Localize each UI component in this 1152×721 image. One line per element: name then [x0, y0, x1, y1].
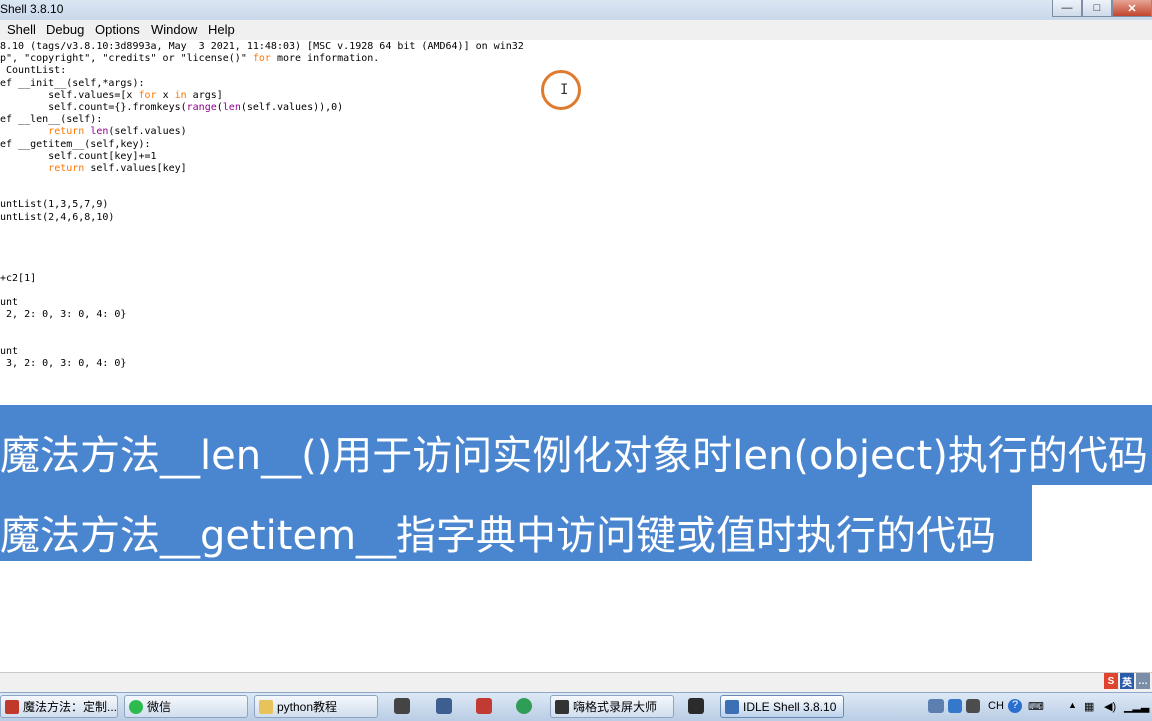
shell-line: [0, 175, 524, 187]
menu-help[interactable]: Help: [208, 22, 235, 37]
menu-bar: Shell Debug Options Window Help: [0, 20, 1152, 41]
keyboard-icon[interactable]: ⌨: [1028, 700, 1044, 713]
shell-line: +c2[1]: [0, 272, 37, 284]
taskbar-button-idle[interactable]: IDLE Shell 3.8.10: [720, 695, 844, 718]
text-cursor-icon: I: [560, 82, 569, 98]
signal-icon[interactable]: ▁▂▃: [1124, 700, 1149, 713]
sogou-icon: S: [1104, 673, 1118, 689]
shell-line: return self.values[key]: [48, 162, 187, 174]
status-bar: [0, 672, 1152, 693]
calculator-icon[interactable]: [436, 698, 452, 714]
monitor-icon[interactable]: [928, 699, 944, 713]
menu-debug[interactable]: Debug: [46, 22, 84, 37]
shell-line: unt: [0, 345, 19, 357]
close-button[interactable]: ✕: [1112, 0, 1152, 17]
shell-line: unt: [0, 296, 19, 308]
shell-output: 8.10 (tags/v3.8.10:3d8993a, May 3 2021, …: [0, 41, 524, 370]
window-controls: — □ ✕: [1052, 0, 1152, 18]
shell-line: untList(2,4,6,8,10): [0, 211, 115, 223]
taskbar-button-folder[interactable]: python教程: [254, 695, 378, 718]
shell-line: ef __len__(self):: [0, 114, 103, 126]
shell-line: [0, 236, 524, 248]
taskbar-label: 魔法方法：定制...: [23, 700, 118, 714]
taskbar: 魔法方法：定制... 微信 python教程 嗨格式录屏大师 IDLE Shel…: [0, 692, 1152, 721]
minimize-button[interactable]: —: [1052, 0, 1082, 17]
menu-options[interactable]: Options: [95, 22, 140, 37]
menu-shell[interactable]: Shell: [7, 22, 36, 37]
shell-line: 2, 2: 0, 3: 0, 4: 0}: [0, 309, 127, 321]
shell-line: CountList:: [0, 65, 67, 77]
caption-banner-2: 魔法方法__getitem__指字典中访问键或值时执行的代码: [0, 485, 1032, 561]
taskbar-label: python教程: [277, 700, 338, 714]
menu-window[interactable]: Window: [151, 22, 197, 37]
wechat-icon: [129, 699, 143, 714]
network-icon[interactable]: ▦: [1084, 700, 1094, 713]
app-red-icon[interactable]: [476, 698, 492, 714]
shell-line: 3, 2: 0, 3: 0, 4: 0}: [0, 357, 127, 369]
caption-text-1: 魔法方法__len__()用于访问实例化对象时len(object)执行的代码: [0, 433, 1148, 479]
shell-line: p", "copyright", "credits" or "license()…: [0, 53, 380, 65]
shell-line: [0, 224, 524, 236]
shell-line: ef __init__(self,*args):: [0, 77, 145, 89]
show-hidden-icons[interactable]: ▲: [1068, 700, 1077, 710]
taskbar-button-browser[interactable]: 魔法方法：定制...: [0, 695, 118, 718]
app-dark-icon[interactable]: [688, 698, 704, 714]
recorder-icon[interactable]: [394, 698, 410, 714]
shell-line: 8.10 (tags/v3.8.10:3d8993a, May 3 2021, …: [0, 41, 524, 52]
ime-lang-label: 英: [1120, 673, 1134, 689]
shell-line: untList(1,3,5,7,9): [0, 199, 109, 211]
caption-text-2: 魔法方法__getitem__指字典中访问键或值时执行的代码: [0, 513, 997, 559]
taskbar-label: 嗨格式录屏大师: [573, 700, 658, 714]
shell-line: self.count={}.fromkeys(range(len(self.va…: [0, 101, 344, 113]
taskbar-label: IDLE Shell 3.8.10: [743, 699, 837, 714]
ime-indicator[interactable]: S 英 …: [1104, 673, 1152, 691]
camera-icon: [555, 699, 569, 714]
shell-editor[interactable]: 8.10 (tags/v3.8.10:3d8993a, May 3 2021, …: [0, 40, 1152, 672]
maximize-button[interactable]: □: [1082, 0, 1112, 17]
shell-line: [0, 285, 524, 297]
shell-line: [0, 321, 524, 333]
taskbar-button-recorder[interactable]: 嗨格式录屏大师: [550, 695, 674, 718]
shell-line: [0, 260, 524, 272]
title-bar: Shell 3.8.10 — □ ✕: [0, 0, 1152, 21]
volume-icon[interactable]: ◀): [1104, 700, 1116, 713]
shell-line: ef __getitem__(self,key):: [0, 138, 151, 150]
shell-line: self.values=[x for x in args]: [0, 89, 223, 101]
taskbar-label: 微信: [147, 700, 172, 714]
app-green-icon[interactable]: [516, 698, 532, 714]
taskbar-button-wechat[interactable]: 微信: [124, 695, 248, 718]
python-icon: [725, 699, 739, 714]
shell-line: self.count[key]+=1: [0, 150, 157, 162]
shell-line: [0, 248, 524, 260]
shell-line: [0, 187, 524, 199]
browser-icon: [5, 699, 19, 714]
window-title: Shell 3.8.10: [0, 2, 64, 16]
ime-more-icon: …: [1136, 673, 1150, 689]
folder-icon: [259, 699, 273, 714]
system-tray: CH ? ⌨ ▲ ▦ ◀) ▁▂▃: [920, 693, 1152, 721]
tray-app-icon[interactable]: [948, 699, 962, 713]
tray-lang[interactable]: CH: [988, 700, 1004, 712]
tray-app2-icon[interactable]: [966, 699, 980, 713]
shell-line: return len(self.values): [48, 126, 187, 138]
help-icon[interactable]: ?: [1008, 699, 1022, 713]
caption-banner-1: 魔法方法__len__()用于访问实例化对象时len(object)执行的代码: [0, 405, 1152, 485]
shell-line: [0, 334, 524, 346]
